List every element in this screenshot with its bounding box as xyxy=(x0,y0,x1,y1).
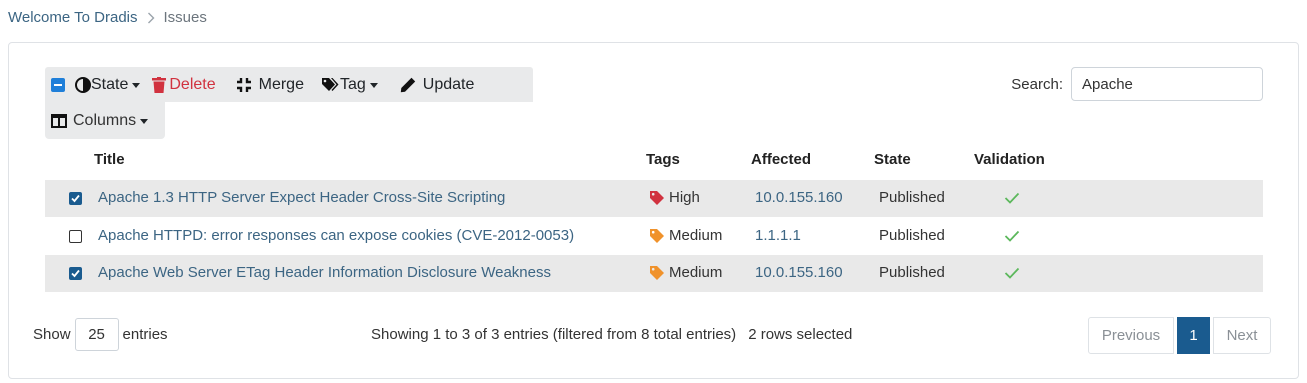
page-length-select[interactable]: 25 xyxy=(74,318,119,351)
tag-badge: Medium xyxy=(650,264,722,281)
breadcrumb-current: Issues xyxy=(163,9,207,26)
table-row[interactable]: Apache 1.3 HTTP Server Expect Header Cro… xyxy=(45,180,1263,217)
next-page-button[interactable]: Next xyxy=(1213,317,1271,354)
breadcrumb: Welcome To Dradis Issues xyxy=(8,9,207,26)
pen-icon xyxy=(400,77,415,92)
show-label: Show xyxy=(33,326,71,343)
check-icon xyxy=(1004,266,1020,283)
tag-dropdown-button[interactable]: Tag xyxy=(316,67,384,102)
tag-badge: Medium xyxy=(650,227,722,244)
tags-icon xyxy=(321,78,339,91)
select-all-checkbox[interactable] xyxy=(51,77,65,92)
check-icon xyxy=(1004,229,1020,246)
tag-badge: High xyxy=(650,189,700,206)
table-row[interactable]: Apache Web Server ETag Header Informatio… xyxy=(45,255,1263,292)
update-button[interactable]: Update xyxy=(394,67,481,102)
row-checkbox[interactable] xyxy=(69,267,82,280)
page-1-button[interactable]: 1 xyxy=(1177,317,1210,354)
bulk-actions-toolbar: State Delete Merge Tag Update xyxy=(45,67,533,102)
affected-node-link[interactable]: 1.1.1.1 xyxy=(755,227,801,244)
compress-icon xyxy=(236,77,251,92)
pagination: Previous 1 Next xyxy=(1088,317,1271,354)
row-checkbox[interactable] xyxy=(69,192,82,205)
check-icon xyxy=(71,194,80,203)
check-icon xyxy=(71,269,80,278)
caret-down-icon xyxy=(132,82,141,88)
delete-button[interactable]: Delete xyxy=(146,67,221,102)
trash-icon xyxy=(152,76,167,93)
state-text: Published xyxy=(879,189,945,206)
table-info: Showing 1 to 3 of 3 entries (filtered fr… xyxy=(371,326,852,343)
search-input[interactable] xyxy=(1071,67,1263,101)
merge-button[interactable]: Merge xyxy=(230,67,310,102)
chevron-right-icon xyxy=(147,12,155,24)
state-text: Published xyxy=(879,264,945,281)
caret-down-icon xyxy=(369,82,378,88)
table-row[interactable]: Apache HTTPD: error responses can expose… xyxy=(45,218,1263,255)
tag-icon xyxy=(650,265,664,280)
page-length-control: Show 25 entries xyxy=(33,318,168,351)
previous-page-button[interactable]: Previous xyxy=(1088,317,1174,354)
entries-info: Showing 1 to 3 of 3 entries (filtered fr… xyxy=(371,326,737,343)
column-header-tags[interactable]: Tags xyxy=(646,151,680,168)
column-header-title[interactable]: Title xyxy=(94,151,125,168)
issue-title-link[interactable]: Apache HTTPD: error responses can expose… xyxy=(98,227,574,244)
tag-icon xyxy=(650,228,664,243)
search-box: Search: xyxy=(1011,67,1263,101)
affected-node-link[interactable]: 10.0.155.160 xyxy=(755,264,843,281)
state-text: Published xyxy=(879,227,945,244)
tag-icon xyxy=(650,190,664,205)
rows-selected-info: 2 rows selected xyxy=(748,326,853,343)
entries-label: entries xyxy=(122,326,168,343)
table-header: Title Tags Affected State Validation xyxy=(45,143,1263,178)
columns-dropdown-button[interactable]: Columns xyxy=(45,102,165,139)
column-header-state[interactable]: State xyxy=(874,151,911,168)
row-checkbox[interactable] xyxy=(69,230,82,243)
column-header-affected[interactable]: Affected xyxy=(751,151,811,168)
columns-icon xyxy=(51,113,67,128)
affected-node-link[interactable]: 10.0.155.160 xyxy=(755,189,843,206)
caret-down-icon xyxy=(140,118,149,124)
issue-title-link[interactable]: Apache 1.3 HTTP Server Expect Header Cro… xyxy=(98,189,505,206)
half-circle-icon xyxy=(75,76,91,93)
column-header-validation[interactable]: Validation xyxy=(974,151,1045,168)
issue-title-link[interactable]: Apache Web Server ETag Header Informatio… xyxy=(98,264,551,281)
breadcrumb-home-link[interactable]: Welcome To Dradis xyxy=(8,9,138,26)
check-icon xyxy=(1004,191,1020,208)
search-label: Search: xyxy=(1011,75,1063,93)
state-dropdown-button[interactable]: State xyxy=(69,67,146,102)
